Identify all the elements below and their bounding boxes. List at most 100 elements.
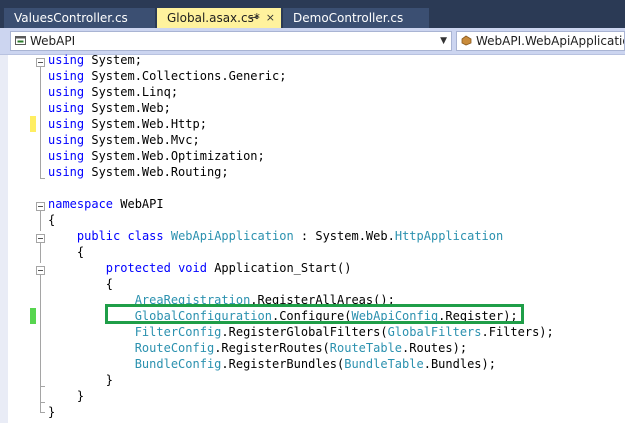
keyword-token: using	[48, 85, 85, 99]
code-token: : System.Web.	[293, 229, 395, 243]
editor-margin	[0, 55, 8, 423]
outline-guide	[40, 67, 41, 178]
outline-guide-end	[40, 386, 45, 387]
code-token: }	[48, 373, 114, 387]
code-line[interactable]: }	[48, 372, 113, 388]
code-token: .Filters);	[481, 325, 554, 339]
code-token: System.Web.Routing;	[84, 165, 229, 179]
csharp-project-icon	[15, 36, 26, 45]
type-token: WebApiApplication	[170, 229, 294, 243]
tab-values-controller[interactable]: ValuesController.cs	[4, 8, 155, 28]
keyword-token: using	[48, 53, 85, 67]
keyword-token: using	[48, 133, 85, 147]
keyword-token: using	[48, 149, 85, 163]
outline-guide-end	[40, 402, 45, 403]
tab-demo-controller[interactable]: DemoController.cs	[283, 8, 429, 28]
code-line[interactable]: using System.Web.Optimization;	[48, 148, 265, 164]
code-token: .RegisterBundles(	[221, 357, 345, 371]
code-line[interactable]: public class WebApiApplication : System.…	[48, 228, 503, 244]
class-dropdown-value: WebAPI.WebApiApplication	[476, 34, 625, 48]
project-dropdown-value: WebAPI	[30, 34, 76, 48]
code-token: {	[48, 213, 56, 227]
navigation-bar: WebAPI ▼ WebAPI.WebApiApplication	[0, 28, 625, 55]
class-dropdown[interactable]: WebAPI.WebApiApplication	[456, 31, 625, 51]
outline-guide	[40, 211, 41, 231]
code-line[interactable]: using System.Web.Routing;	[48, 164, 229, 180]
code-line[interactable]: using System.Linq;	[48, 84, 178, 100]
code-token: System.Web;	[84, 101, 171, 115]
code-line[interactable]: {	[48, 212, 55, 228]
collapse-using-icon[interactable]	[36, 58, 45, 67]
code-token: .Bundles);	[423, 357, 496, 371]
close-icon[interactable]: ×	[266, 8, 275, 28]
type-token: FilterConfig	[134, 325, 222, 339]
code-token: .RegisterRoutes(	[214, 341, 330, 355]
code-token: System.Web.Mvc;	[84, 133, 200, 147]
code-token: System.Web.Http;	[84, 117, 207, 131]
code-line[interactable]: using System;	[48, 52, 142, 68]
collapse-namespace-icon[interactable]	[36, 202, 45, 211]
code-line[interactable]: {	[48, 276, 113, 292]
code-token: System;	[84, 53, 142, 67]
code-token: {	[48, 277, 114, 291]
keyword-token: public	[76, 229, 121, 243]
chevron-down-icon: ▼	[440, 36, 447, 46]
type-token: BundleConfig	[134, 357, 222, 371]
outline-guide-end	[40, 178, 45, 179]
code-token: .RegisterGlobalFilters(	[221, 325, 388, 339]
code-line[interactable]: using System.Web;	[48, 100, 171, 116]
keyword-token: protected	[105, 261, 171, 275]
class-icon	[461, 35, 472, 46]
keyword-token: class	[127, 229, 164, 243]
outline-guide-end	[40, 412, 45, 413]
type-token: HttpApplication	[394, 229, 504, 243]
code-line[interactable]: protected void Application_Start()	[48, 260, 352, 276]
code-line[interactable]: BundleConfig.RegisterBundles(BundleTable…	[48, 356, 496, 372]
code-token: System.Linq;	[84, 85, 179, 99]
keyword-token: namespace	[48, 197, 114, 211]
keyword-token: using	[48, 101, 85, 115]
type-token: RouteTable	[329, 341, 403, 355]
code-line[interactable]: using System.Web.Http;	[48, 116, 207, 132]
document-tab-bar: ValuesController.cs Global.asax.cs* ⊸ × …	[0, 0, 625, 28]
outline-guide	[40, 243, 41, 263]
saved-change-marker	[30, 308, 36, 324]
code-line[interactable]: RouteConfig.RegisterRoutes(RouteTable.Ro…	[48, 340, 467, 356]
code-line[interactable]: using System.Web.Mvc;	[48, 132, 200, 148]
code-token: }	[48, 389, 85, 403]
code-line[interactable]: }	[48, 388, 84, 404]
code-token: }	[48, 405, 56, 419]
code-token: System.Web.Optimization;	[84, 149, 265, 163]
tab-label: DemoController.cs	[293, 11, 404, 25]
code-line[interactable]: FilterConfig.RegisterGlobalFilters(Globa…	[48, 324, 554, 340]
keyword-token: using	[48, 165, 85, 179]
highlight-box	[105, 304, 524, 324]
type-token: GlobalFilters	[387, 325, 482, 339]
collapse-method-icon[interactable]	[36, 266, 45, 275]
project-dropdown[interactable]: WebAPI ▼	[10, 31, 452, 51]
code-token: .Routes);	[402, 341, 468, 355]
code-line[interactable]: {	[48, 244, 84, 260]
outline-guide	[40, 275, 41, 412]
tab-label: ValuesController.cs	[14, 11, 128, 25]
keyword-token: void	[178, 261, 207, 275]
tab-global-asax[interactable]: Global.asax.cs* ⊸ ×	[157, 8, 281, 28]
unsaved-change-marker	[30, 116, 36, 132]
collapse-class-icon[interactable]	[36, 234, 45, 243]
code-line[interactable]: using System.Collections.Generic;	[48, 68, 286, 84]
code-token: WebAPI	[113, 197, 164, 211]
type-token: RouteConfig	[134, 341, 215, 355]
code-line[interactable]: }	[48, 404, 55, 420]
type-token: BundleTable	[344, 357, 424, 371]
code-line[interactable]: namespace WebAPI	[48, 196, 164, 212]
pin-icon[interactable]: ⊸	[250, 8, 259, 28]
code-token: System.Collections.Generic;	[84, 69, 287, 83]
keyword-token: using	[48, 117, 85, 131]
